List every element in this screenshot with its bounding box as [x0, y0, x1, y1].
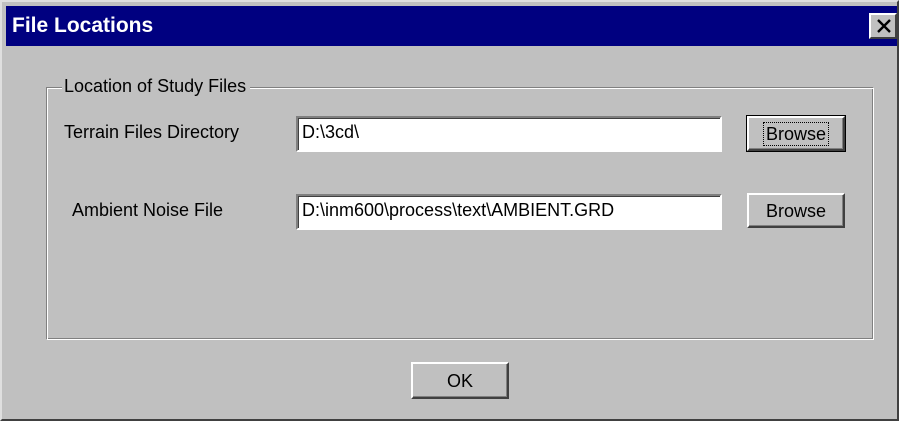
ambient-browse-button[interactable]: Browse — [747, 193, 845, 228]
ambient-browse-label: Browse — [765, 201, 827, 221]
close-icon — [877, 19, 891, 33]
title-bar[interactable]: File Locations — [6, 6, 897, 46]
file-locations-dialog: File Locations Location of Study Files T… — [0, 0, 899, 421]
ambient-noise-input[interactable]: D:\inm600\process\text\AMBIENT.GRD — [296, 194, 722, 230]
ok-label: OK — [446, 371, 473, 391]
window-title: File Locations — [12, 14, 154, 37]
terrain-directory-label: Terrain Files Directory — [64, 122, 240, 142]
close-button[interactable] — [869, 13, 897, 39]
groupbox-legend: Location of Study Files — [62, 74, 251, 98]
terrain-browse-button[interactable]: Browse — [746, 115, 846, 152]
terrain-browse-label: Browse — [762, 122, 830, 146]
terrain-directory-input[interactable]: D:\3cd\ — [296, 116, 722, 152]
ambient-noise-label: Ambient Noise File — [72, 200, 224, 220]
ok-button[interactable]: OK — [411, 362, 509, 399]
